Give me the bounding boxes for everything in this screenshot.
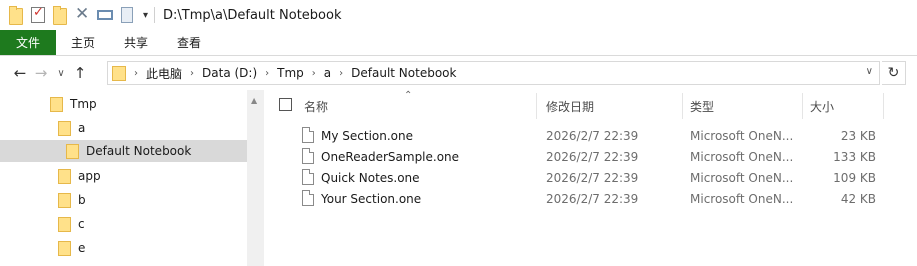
- address-bar[interactable]: › 此电脑 › Data (D:) › Tmp › a › Default No…: [107, 61, 880, 85]
- chevron-right-icon[interactable]: ›: [134, 68, 138, 79]
- column-header-date[interactable]: 修改日期: [546, 93, 676, 119]
- tab-share[interactable]: 共享: [110, 30, 162, 55]
- tab-file[interactable]: 文件: [0, 30, 56, 55]
- window-title: D:\Tmp\a\Default Notebook: [163, 7, 342, 23]
- file-size: 42 KB: [840, 191, 876, 206]
- breadcrumb-tmp[interactable]: Tmp: [277, 66, 304, 80]
- folder-icon: [58, 168, 71, 184]
- column-header-size[interactable]: 大小: [810, 93, 880, 119]
- onenote-file-icon: [302, 127, 314, 143]
- folder-icon: [50, 96, 63, 112]
- title-bar: ✕ ▾ D:\Tmp\a\Default Notebook: [0, 0, 917, 30]
- column-header-label: 类型: [690, 99, 715, 114]
- file-date: 2026/2/7 22:39: [546, 191, 639, 206]
- navigation-buttons: ← → ∨ ↑: [0, 64, 90, 82]
- breadcrumb-data-drive[interactable]: Data (D:): [202, 66, 257, 80]
- tree-item-c[interactable]: c: [58, 213, 240, 235]
- chevron-right-icon[interactable]: ›: [339, 68, 343, 79]
- properties-check-icon[interactable]: [31, 5, 47, 24]
- file-size: 133 KB: [833, 149, 876, 164]
- tree-item-label: Default Notebook: [86, 144, 192, 158]
- onenote-file-icon: [302, 148, 314, 164]
- onenote-file-icon: [302, 169, 314, 185]
- tree-item-label: app: [78, 169, 101, 183]
- column-header-label: 名称: [304, 99, 329, 114]
- file-name: Quick Notes.one: [321, 170, 420, 185]
- file-row[interactable]: OneReaderSample.one 2026/2/7 22:39 Micro…: [264, 146, 917, 167]
- tree-item-label: Tmp: [70, 97, 97, 111]
- up-arrow-icon[interactable]: ↑: [70, 64, 90, 82]
- tree-item-app[interactable]: app: [58, 165, 240, 187]
- column-header-label: 修改日期: [546, 99, 595, 114]
- folder-icon: [112, 65, 126, 81]
- clipboard-icon[interactable]: [121, 6, 137, 24]
- folder-icon: [66, 143, 79, 159]
- toolbar-divider: [154, 7, 156, 23]
- file-row[interactable]: Your Section.one 2026/2/7 22:39 Microsof…: [264, 188, 917, 209]
- tree-item-label: b: [78, 193, 86, 207]
- tree-item-b[interactable]: b: [58, 189, 240, 211]
- column-divider[interactable]: [536, 93, 537, 119]
- tree-item-a[interactable]: a: [58, 117, 240, 139]
- column-header-type[interactable]: 类型: [690, 93, 800, 119]
- folder-icon[interactable]: [9, 6, 25, 25]
- ribbon-tabs: 文件 主页 共享 查看: [0, 30, 917, 56]
- chevron-right-icon[interactable]: ›: [265, 68, 269, 79]
- chevron-right-icon[interactable]: ›: [312, 68, 316, 79]
- breadcrumb-default-notebook[interactable]: Default Notebook: [351, 66, 456, 80]
- folder-icon: [58, 216, 71, 232]
- file-name: OneReaderSample.one: [321, 149, 460, 164]
- column-header-name[interactable]: 名称: [304, 93, 534, 119]
- file-row[interactable]: Quick Notes.one 2026/2/7 22:39 Microsoft…: [264, 167, 917, 188]
- rename-icon[interactable]: [97, 6, 115, 24]
- quick-access-toolbar: ✕ ▾: [0, 0, 163, 30]
- file-type: Microsoft OneN...: [690, 170, 794, 185]
- breadcrumb-this-pc[interactable]: 此电脑: [146, 65, 182, 82]
- chevron-right-icon[interactable]: ›: [190, 68, 194, 79]
- tree-item-e[interactable]: e: [58, 237, 240, 259]
- tab-view[interactable]: 查看: [162, 30, 216, 55]
- customize-toolbar-icon[interactable]: ▾: [143, 10, 148, 21]
- select-all-checkbox[interactable]: [279, 98, 292, 111]
- file-list-pane: ⌃ 名称 修改日期 类型 大小 My Section.one 2026/2/7 …: [264, 90, 917, 266]
- file-type: Microsoft OneN...: [690, 149, 794, 164]
- tree-item-label: c: [78, 217, 85, 231]
- scroll-up-arrow-icon[interactable]: ▲: [251, 96, 257, 105]
- nav-pane-scrollbar[interactable]: ▲: [247, 90, 264, 266]
- folder-icon: [58, 192, 71, 208]
- file-date: 2026/2/7 22:39: [546, 128, 639, 143]
- file-name: My Section.one: [321, 128, 413, 143]
- file-date: 2026/2/7 22:39: [546, 170, 639, 185]
- file-size: 109 KB: [833, 170, 876, 185]
- file-type: Microsoft OneN...: [690, 128, 794, 143]
- navigation-pane: Tmp a Default Notebook app b c e ▲: [0, 90, 264, 266]
- file-size: 23 KB: [840, 128, 876, 143]
- tree-item-default-notebook[interactable]: Default Notebook: [0, 140, 247, 162]
- address-dropdown-chevron-icon[interactable]: ∨: [866, 66, 873, 77]
- column-header-label: 大小: [810, 99, 835, 114]
- onenote-file-icon: [302, 190, 314, 206]
- folder-icon: [58, 240, 71, 256]
- file-name: Your Section.one: [321, 191, 422, 206]
- back-arrow-icon[interactable]: ←: [10, 64, 30, 82]
- address-row: ← → ∨ ↑ › 此电脑 › Data (D:) › Tmp › a › De…: [0, 56, 917, 90]
- tree-item-label: e: [78, 241, 86, 255]
- column-divider[interactable]: [682, 93, 683, 119]
- refresh-icon[interactable]: ↻: [882, 61, 906, 85]
- file-type: Microsoft OneN...: [690, 191, 794, 206]
- forward-arrow-icon[interactable]: →: [30, 64, 52, 82]
- tree-item-label: a: [78, 121, 86, 135]
- recent-locations-chevron-icon[interactable]: ∨: [52, 68, 70, 79]
- tree-item-tmp[interactable]: Tmp: [50, 93, 240, 115]
- folder-icon: [58, 120, 71, 136]
- file-row[interactable]: My Section.one 2026/2/7 22:39 Microsoft …: [264, 125, 917, 146]
- column-divider[interactable]: [802, 93, 803, 119]
- new-folder-icon[interactable]: [53, 6, 69, 25]
- breadcrumb-a[interactable]: a: [324, 66, 331, 80]
- delete-icon[interactable]: ✕: [75, 6, 91, 24]
- tab-home[interactable]: 主页: [56, 30, 110, 55]
- column-divider[interactable]: [883, 93, 884, 119]
- file-date: 2026/2/7 22:39: [546, 149, 639, 164]
